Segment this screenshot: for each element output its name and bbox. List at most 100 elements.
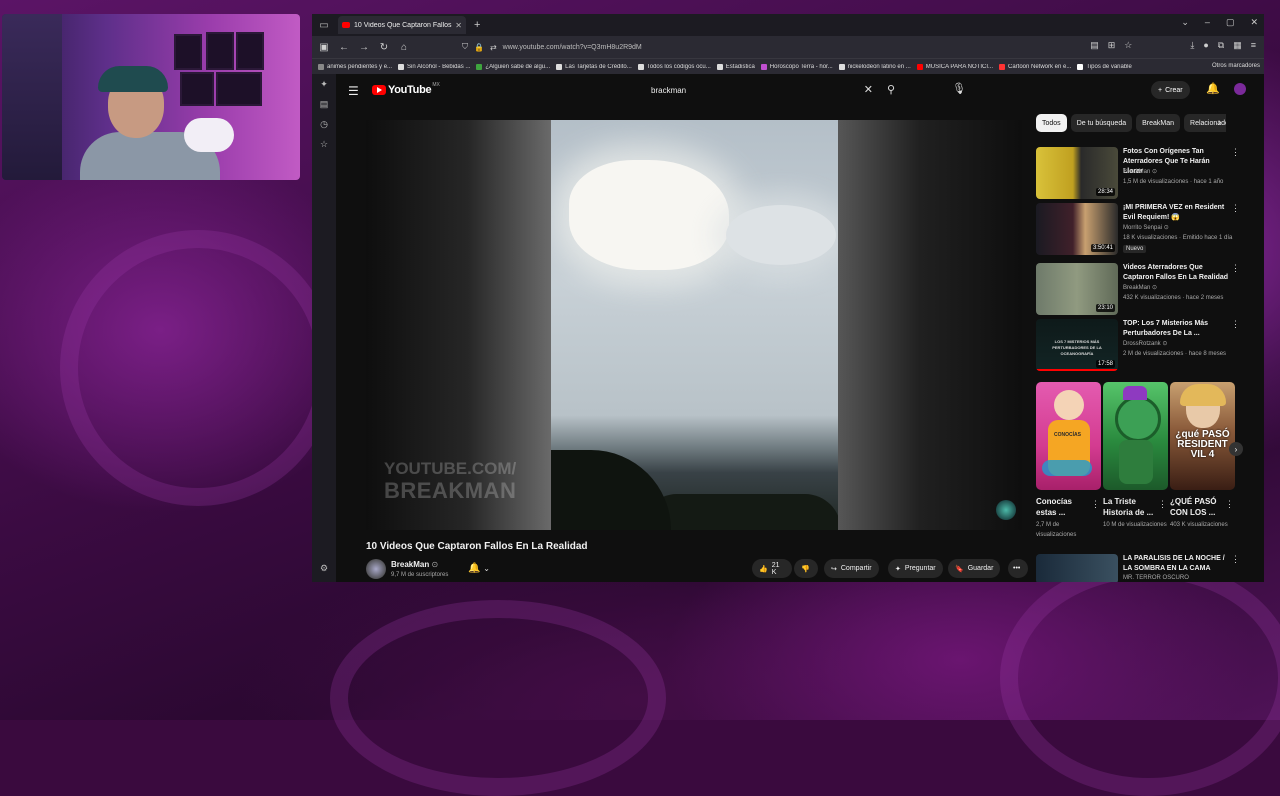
more-vertical-icon[interactable]: ⋮: [1231, 147, 1240, 158]
bookmark-favicon-icon: [838, 64, 845, 70]
verified-icon: ⊙: [431, 560, 439, 569]
more-vertical-icon[interactable]: ⋮: [1231, 263, 1240, 274]
tab-title: 10 Videos Que Captaron Fallos: [354, 21, 452, 29]
more-vertical-icon[interactable]: ⋮: [1231, 554, 1240, 565]
like-button[interactable]: 👍 21 K: [752, 559, 792, 578]
recommended-video[interactable]: 28:34 Fotos Con Orígenes Tan Aterradores …: [1036, 147, 1240, 201]
video-title: 10 Videos Que Captaron Fallos En La Real…: [366, 541, 588, 552]
bookmark-favicon-icon: [916, 64, 923, 70]
bookmark-item[interactable]: Las Tarjetas de Crédito...: [556, 64, 632, 70]
bookmarks-icon[interactable]: ☆: [312, 134, 336, 154]
more-vertical-icon[interactable]: ⋮: [1225, 499, 1234, 510]
sidebar-toggle-icon[interactable]: ▣: [316, 39, 332, 55]
translate-icon[interactable]: ⊞: [1108, 40, 1116, 51]
short-views: 403 K visualizaciones: [1170, 522, 1228, 528]
home-icon[interactable]: ⌂: [396, 39, 412, 55]
recommended-video[interactable]: 3:50:41 ¡MI PRIMERA VEZ en Resident Evil …: [1036, 203, 1240, 257]
more-vertical-icon[interactable]: ⋮: [1231, 319, 1240, 330]
channel-name[interactable]: BreakMan ⊙: [391, 560, 438, 569]
create-button[interactable]: + Crear: [1151, 81, 1190, 99]
forward-icon[interactable]: →: [356, 39, 372, 55]
bookmark-item[interactable]: ¿Alguien sabe de algu...: [476, 64, 550, 70]
download-icon[interactable]: ⤓: [1190, 40, 1194, 51]
other-bookmarks[interactable]: Otros marcadores: [1207, 63, 1260, 69]
bookmark-item[interactable]: Horoscopo Terra - hor...: [760, 64, 833, 70]
bookmarks-bar: animes pendientes y e... Sin Alcohol - Be…: [312, 58, 1264, 75]
channel-row: BreakMan ⊙ 9,7 M de suscriptores 🔔 ⌄ 👍 2…: [366, 557, 1028, 581]
reload-icon[interactable]: ↻: [376, 39, 392, 55]
settings-icon[interactable]: ⚙: [312, 558, 336, 578]
video-thumbnail: 23:10: [1036, 263, 1118, 315]
bookmark-item[interactable]: animes pendientes y e...: [318, 64, 392, 70]
filter-chip[interactable]: Todos: [1036, 114, 1067, 132]
bookmark-item[interactable]: Estadistica: [716, 64, 755, 70]
maximize-icon[interactable]: ▢: [1226, 17, 1235, 28]
watch-progress-bar: [1036, 369, 1118, 371]
filter-chip[interactable]: BreakMan: [1136, 114, 1181, 132]
chevron-down-icon: ⌄: [483, 564, 490, 573]
bookmark-item[interactable]: Tipos de variable: [1077, 64, 1132, 70]
reader-view-icon[interactable]: ▤: [1090, 40, 1099, 51]
short-character-legs: [1042, 460, 1092, 476]
video-duration: 17:58: [1095, 360, 1115, 368]
ask-button[interactable]: ✦ Preguntar: [888, 559, 943, 578]
short-character-body: [1119, 440, 1153, 484]
recommended-video[interactable]: 23:10 Videos Aterradores Que Captaron Fal…: [1036, 263, 1240, 317]
microphone-icon[interactable]: 🎙: [952, 82, 966, 95]
verified-icon: ⊙: [1152, 169, 1158, 175]
filter-chip[interactable]: De tu búsqueda: [1070, 114, 1133, 132]
bookmark-item[interactable]: Sin Alcohol - Bebidas ...: [398, 64, 470, 70]
share-button[interactable]: ↪ Compartir: [824, 559, 879, 578]
reading-list-icon[interactable]: ▤: [312, 94, 336, 114]
user-avatar[interactable]: [1234, 83, 1246, 95]
browser-tab[interactable]: 10 Videos Que Captaron Fallos ✕: [338, 16, 466, 34]
hamburger-menu-icon[interactable]: ☰: [348, 84, 359, 98]
bookmark-star-icon[interactable]: ☆: [1124, 40, 1132, 51]
minimize-icon[interactable]: –: [1205, 17, 1210, 28]
sparkle-icon: ✦: [895, 565, 901, 573]
tab-dropdown-icon[interactable]: ⌄: [1181, 17, 1189, 28]
dislike-button[interactable]: 👎: [794, 559, 818, 578]
bookmark-item[interactable]: nickelodeon latino en ...: [838, 64, 911, 70]
recommended-video[interactable]: LOS 7 MISTERIOS MÁS PERTURBADORES DE LA …: [1036, 319, 1240, 373]
short-item[interactable]: La Triste Historia de ... 10 M de visual…: [1103, 382, 1168, 530]
short-item[interactable]: ¿qué PASÓ RESIDENT VIL 4 ¿QUÉ PASÓ CON L…: [1170, 382, 1235, 530]
notifications-bell-icon[interactable]: 🔔: [1206, 82, 1220, 95]
more-vertical-icon[interactable]: ⋮: [1091, 499, 1100, 510]
subscribe-bell-button[interactable]: 🔔 ⌄: [468, 563, 490, 574]
shorts-next-button[interactable]: ›: [1229, 442, 1243, 456]
bookmark-item[interactable]: Cartoon Network en e...: [999, 64, 1071, 70]
search-input[interactable]: brackman ✕ ⚲: [641, 80, 903, 100]
extensions-icon[interactable]: ⧉: [1218, 40, 1224, 51]
search-icon[interactable]: ⚲: [887, 83, 895, 96]
video-thumbnail: LOS 7 MISTERIOS MÁS PERTURBADORES DE LA …: [1036, 319, 1118, 371]
address-bar[interactable]: ⛉ 🔒 ⇄ www.youtube.com/watch?v=Q3mH8u2R9d…: [462, 39, 1106, 55]
account-icon[interactable]: ●: [1203, 40, 1208, 51]
history-icon[interactable]: ◷: [312, 114, 336, 134]
wall-poster: [174, 34, 202, 70]
recommended-video[interactable]: LA PARALISIS DE LA NOCHE / LA SOMBRA EN …: [1036, 554, 1240, 582]
clear-search-icon[interactable]: ✕: [864, 83, 873, 96]
chevron-right-icon[interactable]: ›: [1218, 117, 1221, 128]
channel-watermark-icon[interactable]: [996, 500, 1016, 520]
bookmark-item[interactable]: MUSICA PARA NOTICI...: [916, 64, 993, 70]
more-vertical-icon[interactable]: ⋮: [1158, 499, 1167, 510]
ai-sparkle-icon[interactable]: ✦: [312, 74, 336, 94]
new-tab-button[interactable]: +: [474, 19, 480, 31]
short-item[interactable]: CONOCÍAS Conocías estas ... 2,7 M de vis…: [1036, 382, 1101, 540]
channel-avatar[interactable]: [366, 559, 386, 579]
save-button[interactable]: 🔖 Guardar: [948, 559, 1001, 578]
video-player[interactable]: YOUTUBE.COM/ BREAKMAN: [366, 120, 1022, 530]
short-character: [1115, 396, 1161, 442]
tab-list-icon[interactable]: ▭: [316, 17, 332, 33]
permissions-icon: ⇄: [489, 42, 497, 52]
close-window-icon[interactable]: ✕: [1250, 17, 1258, 28]
more-vertical-icon[interactable]: ⋮: [1231, 203, 1240, 214]
extension-badge-icon[interactable]: ▦: [1233, 40, 1242, 51]
close-tab-icon[interactable]: ✕: [455, 21, 462, 30]
bookmark-item[interactable]: Todos los códigos ocu...: [637, 64, 711, 70]
app-menu-icon[interactable]: ≡: [1251, 40, 1256, 51]
back-icon[interactable]: ←: [336, 39, 352, 55]
youtube-logo[interactable]: YouTube MX: [372, 82, 440, 96]
more-actions-button[interactable]: •••: [1008, 559, 1028, 578]
